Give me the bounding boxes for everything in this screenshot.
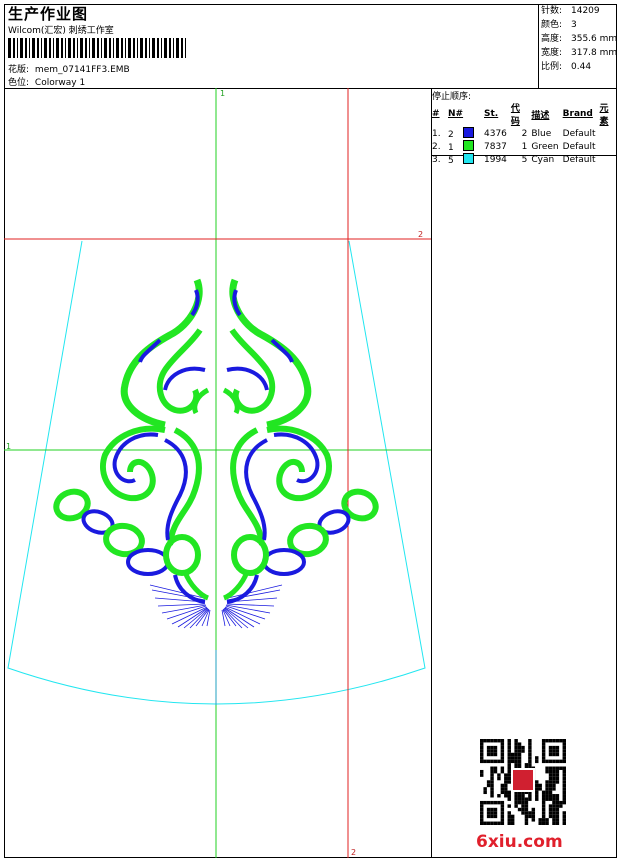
needle-cell: 1: [448, 140, 484, 153]
code-cell: 1: [521, 141, 528, 152]
sidebar-divider: [431, 88, 432, 858]
design-file-name: mem_07141FF3.EMB: [34, 65, 130, 75]
guide-label-h-green: 1: [6, 442, 11, 451]
element-cell: [600, 153, 620, 166]
colorway-label: 色位:: [8, 78, 30, 88]
needle-cell: 5: [448, 153, 484, 166]
desc-cell: Blue: [531, 128, 552, 139]
table-header: # N# St. 代码 描述 Brand 元素: [432, 101, 620, 127]
guide-label-h-red: 2: [418, 230, 423, 239]
element-cell: [600, 127, 620, 140]
element-cell: [600, 140, 620, 153]
color-swatch: [462, 153, 474, 164]
barcode: [8, 38, 186, 58]
needle-number: 5: [448, 156, 454, 166]
seal-stamp: [511, 768, 535, 792]
code-cell: 2: [521, 128, 528, 139]
desc-cell: Cyan: [531, 154, 555, 165]
stitches-cell: 4376: [484, 128, 507, 139]
col-index: #: [432, 109, 440, 119]
colorway-row: 色位: Colorway 1: [8, 75, 85, 88]
brand-cell: Default: [562, 141, 596, 152]
stitches-cell: 1994: [484, 154, 507, 165]
col-stitches: St.: [484, 109, 499, 119]
brand-cell: Default: [562, 128, 596, 139]
idx-cell: 3.: [432, 154, 441, 165]
colorway-name: Colorway 1: [34, 78, 86, 88]
col-desc: 描述: [531, 110, 550, 121]
needle-number: 1: [448, 143, 454, 153]
spec-width: 宽度: 317.8 mm: [541, 48, 618, 58]
spec-scale: 比例: 0.44: [541, 62, 592, 72]
spec-height: 高度: 355.6 mm: [541, 34, 618, 44]
guide-label-v-red: 2: [351, 848, 356, 857]
table-row: 1. 2 4376 2 Blue Default: [432, 127, 620, 140]
embroidery-motif: [53, 278, 211, 629]
table-row: 2. 1 7837 1 Green Default: [432, 140, 620, 153]
needle-number: 2: [448, 130, 454, 140]
table-row: 3. 5 1994 5 Cyan Default: [432, 153, 620, 166]
brand-cell: Default: [562, 154, 596, 165]
design-file-label: 花版:: [8, 65, 30, 75]
code-cell: 5: [521, 154, 528, 165]
design-file-row: 花版: mem_07141FF3.EMB: [8, 62, 130, 75]
desc-cell: Green: [531, 141, 559, 152]
company-name: Wilcom(汇宏) 刺绣工作室: [8, 26, 114, 36]
col-element: 元素: [599, 104, 609, 127]
watermark-logo: 6xiu.com: [476, 832, 563, 852]
embroidery-motif-mirror: [222, 280, 379, 628]
col-brand: Brand: [562, 109, 593, 119]
needle-cell: 2: [448, 127, 484, 140]
col-needle: N#: [448, 109, 464, 119]
spec-colors: 颜色: 3: [541, 20, 577, 30]
color-swatch: [462, 140, 474, 151]
page-title: 生产作业图: [8, 5, 89, 23]
idx-cell: 2.: [432, 141, 441, 152]
stitches-cell: 7837: [484, 141, 507, 152]
idx-cell: 1.: [432, 128, 441, 139]
design-specs: 针数: 14209 颜色: 3 高度: 355.6 mm 宽度: 317.8 mm 比例…: [541, 4, 617, 74]
spec-stitches: 针数: 14209: [541, 6, 600, 16]
specs-divider: [538, 4, 539, 88]
col-code: 代码: [510, 104, 520, 127]
guide-label-v-green: 1: [220, 89, 225, 98]
stop-sequence-table: # N# St. 代码 描述 Brand 元素 1. 2 4376 2 Blue Defa…: [432, 101, 620, 166]
design-preview: 1 1 2 2: [4, 88, 431, 858]
color-swatch: [462, 127, 474, 138]
